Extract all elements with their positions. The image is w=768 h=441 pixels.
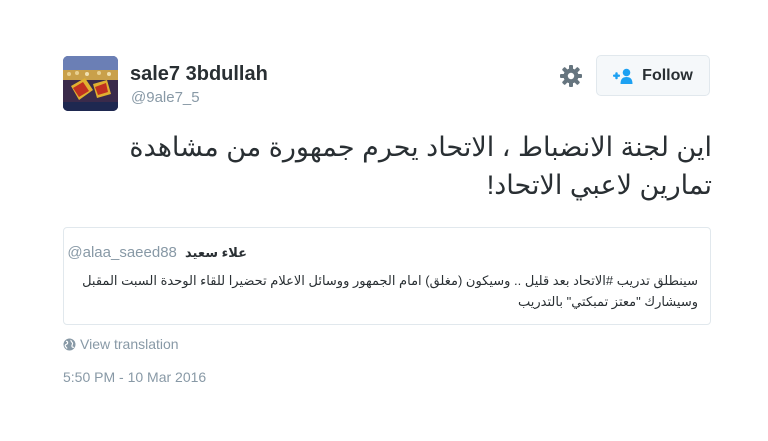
timestamp[interactable]: 5:50 PM - 10 Mar 2016: [63, 369, 206, 385]
quote-header: علاء سعيد @alaa_saeed88: [67, 244, 247, 261]
user-handle[interactable]: @9ale7_5: [131, 89, 200, 106]
gear-icon[interactable]: [559, 64, 583, 88]
globe-icon: [63, 338, 76, 351]
quoted-tweet[interactable]: علاء سعيد @alaa_saeed88 سينطلق تدريب #ال…: [63, 227, 711, 325]
follow-label: Follow: [642, 66, 693, 84]
view-translation-link[interactable]: View translation: [63, 336, 179, 352]
quote-text: سينطلق تدريب #الاتحاد بعد قليل .. وسيكون…: [82, 273, 698, 309]
display-name[interactable]: sale7 3bdullah: [130, 63, 268, 86]
tweet-text: اين لجنة الانضباط ، الاتحاد يحرم جمهورة …: [129, 132, 712, 200]
avatar[interactable]: [63, 56, 118, 111]
tweet-card: sale7 3bdullah @9ale7_5 Follow اين لجنة …: [0, 0, 768, 441]
follow-button[interactable]: Follow: [596, 55, 710, 96]
add-user-icon: [613, 68, 635, 84]
view-translation-label: View translation: [80, 336, 179, 352]
quote-author-name[interactable]: علاء سعيد: [185, 245, 247, 260]
quote-author-handle[interactable]: @alaa_saeed88: [67, 244, 176, 261]
avatar-crowd-image: [63, 56, 118, 111]
